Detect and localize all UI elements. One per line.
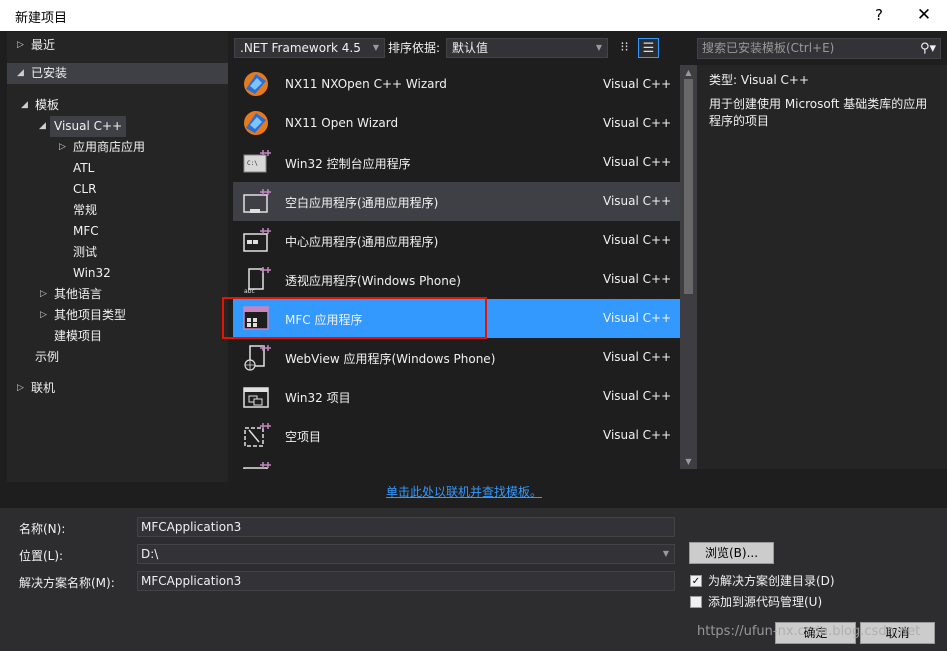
template-details: 类型: Visual C++ 用于创建使用 Microsoft 基础类库的应用程… (697, 65, 947, 469)
tree-item-installed[interactable]: ◢ 已安装 (7, 63, 228, 84)
template-tree: ▷ 最近 ◢ 已安装 ◢ 模板 ◢ Visual C++ ▷ 应用商店应用 AT… (7, 32, 228, 482)
list-item[interactable]: 空白应用程序(通用应用程序) Visual C++ (233, 182, 680, 221)
sort-label: 排序依据: (388, 41, 441, 55)
location-label: 位置(L): (19, 549, 64, 563)
list-item-partial[interactable] (233, 455, 680, 469)
template-description: 用于创建使用 Microsoft 基础类库的应用程序的项目 (709, 97, 928, 128)
list-item[interactable]: 中心应用程序(通用应用程序) Visual C++ (233, 221, 680, 260)
name-label: 名称(N): (19, 522, 66, 536)
title-bar: 新建项目 ? ✕ (0, 0, 947, 31)
webview-icon (244, 345, 271, 371)
online-templates-link[interactable]: 单击此处以联机并查找模板。 (386, 483, 542, 500)
chevron-down-icon[interactable]: ▼ (663, 545, 669, 563)
list-item[interactable]: Win32 项目 Visual C++ (233, 377, 680, 416)
list-item[interactable]: abc 透视应用程序(Windows Phone) Visual C++ (233, 260, 680, 299)
collapse-arrow-icon: ◢ (17, 68, 24, 78)
expand-arrow-icon: ▷ (59, 142, 66, 152)
template-type: 类型: Visual C++ (709, 73, 810, 87)
name-field[interactable]: MFCApplication3 (137, 517, 675, 537)
list-scrollbar[interactable]: ▲ ▼ (680, 65, 697, 469)
chevron-down-icon: ▼ (595, 43, 602, 52)
selection-highlight (222, 297, 487, 339)
expand-arrow-icon: ▷ (17, 40, 24, 50)
list-view-icon[interactable]: ☰ (638, 38, 659, 58)
win32-project-icon (243, 387, 269, 408)
empty-project-icon (244, 423, 271, 447)
help-button[interactable]: ? (864, 4, 894, 26)
template-list: NX11 NXOpen C++ Wizard Visual C++ NX11 O… (233, 65, 680, 469)
expand-arrow-icon: ▷ (40, 289, 47, 299)
solution-name-label: 解决方案名称(M): (19, 576, 115, 590)
sort-dropdown[interactable]: 默认值 ▼ (446, 38, 608, 58)
close-button[interactable]: ✕ (909, 4, 939, 26)
blank-app-icon (243, 189, 271, 213)
list-item[interactable]: NX11 Open Wizard Visual C++ (233, 104, 680, 143)
list-item[interactable]: NX11 NXOpen C++ Wizard Visual C++ (233, 65, 680, 104)
solution-name-field[interactable]: MFCApplication3 (137, 571, 675, 591)
location-field[interactable]: D:\ ▼ (137, 544, 675, 564)
search-icon[interactable]: ⚲▾ (920, 39, 936, 58)
browse-button[interactable]: 浏览(B)... (689, 542, 774, 564)
hub-app-icon (243, 228, 271, 252)
nx-icon (244, 72, 268, 96)
chevron-down-icon: ▼ (372, 43, 379, 52)
list-item[interactable]: C:\ Win32 控制台应用程序 Visual C++ (233, 143, 680, 182)
expand-arrow-icon: ▷ (40, 310, 47, 320)
scroll-up-icon[interactable]: ▲ (680, 65, 697, 80)
pivot-app-icon: abc (244, 267, 271, 294)
list-item[interactable]: 空项目 Visual C++ (233, 416, 680, 455)
nx-icon (244, 111, 268, 135)
collapse-arrow-icon: ◢ (21, 100, 28, 110)
framework-dropdown[interactable]: .NET Framework 4.5 ▼ (234, 38, 385, 58)
expand-arrow-icon: ▷ (17, 383, 24, 393)
svg-text:C:\: C:\ (247, 160, 258, 167)
grid-view-icon[interactable]: ⁝⁝ (614, 38, 635, 58)
scroll-thumb[interactable] (684, 79, 693, 294)
window-title: 新建项目 (15, 11, 68, 26)
svg-text:abc: abc (244, 288, 255, 294)
list-item[interactable]: WebView 应用程序(Windows Phone) Visual C++ (233, 338, 680, 377)
search-input[interactable]: 搜索已安装模板(Ctrl+E) ⚲▾ (697, 38, 941, 59)
template-toolbar: .NET Framework 4.5 ▼ 排序依据: 默认值 ▼ ⁝⁝ ☰ (228, 32, 693, 63)
collapse-arrow-icon: ◢ (39, 121, 46, 131)
watermark: https://ufun-nx.csdn.blog.csdn.net (697, 624, 921, 639)
project-icon (243, 462, 271, 469)
checkmark-icon: ✓ (690, 575, 702, 587)
scroll-down-icon[interactable]: ▼ (680, 454, 697, 469)
console-icon: C:\ (243, 150, 271, 173)
